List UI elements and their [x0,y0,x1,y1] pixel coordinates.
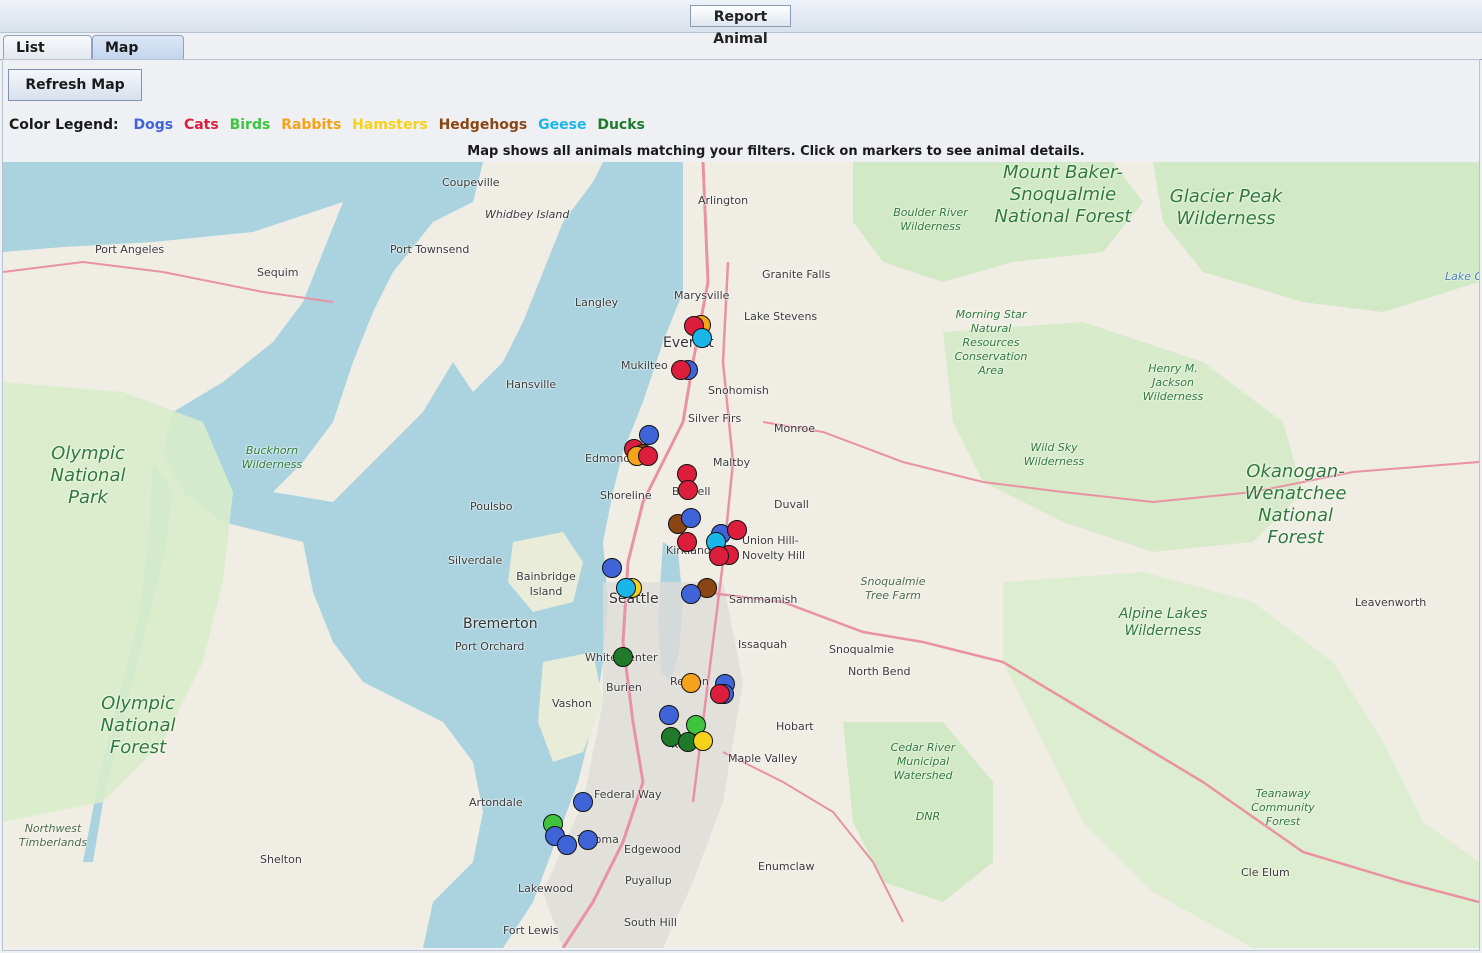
label-union-hill: Union Hill-Novelty Hill [742,534,806,562]
label-monroe: Monroe [774,422,815,435]
label-henry-jackson: Henry M. Jackson Wilderness [1142,362,1204,403]
map-background [3,162,1479,948]
animal-marker-dogs[interactable] [681,584,701,604]
label-snohomish: Snohomish [708,384,769,397]
legend-item-rabbits: Rabbits [281,117,342,133]
animal-marker-dogs[interactable] [602,558,622,578]
color-legend: Color Legend: Dogs Cats Birds Rabbits Ha… [9,117,651,135]
label-mukilteo: Mukilteo [621,359,668,372]
animal-marker-cats[interactable] [727,520,747,540]
label-arlington: Arlington [698,194,749,207]
label-okanogan: Okanogan-Wenatchee National Forest [1244,461,1347,548]
label-north-bend: North Bend [848,665,911,678]
label-glacier-peak: Glacier Peak Wilderness [1169,186,1283,229]
label-boulder-river: Boulder River Wilderness [893,206,968,233]
label-granite-falls: Granite Falls [762,268,831,281]
legend-item-cats: Cats [183,117,219,133]
animal-marker-dogs[interactable] [659,705,679,725]
label-leavenworth: Leavenworth [1355,596,1427,609]
label-port-townsend: Port Townsend [390,243,470,256]
tab-list-view[interactable]: List View [3,35,92,80]
label-shelton: Shelton [260,853,302,866]
animal-marker-cats[interactable] [671,360,691,380]
label-south-hill: South Hill [624,916,677,929]
label-nw-timberlands: Northwest Timberlands [18,822,88,849]
label-artondale: Artondale [469,796,523,809]
label-mt-baker: Mount Baker-Snoqualmie National Forest [994,162,1132,227]
animal-marker-cats[interactable] [638,446,658,466]
label-port-angeles: Port Angeles [95,243,165,256]
animal-marker-dogs[interactable] [557,835,577,855]
legend-item-dogs: Dogs [133,117,174,133]
label-olympic-nf: Olympic National Forest [100,693,176,758]
label-silver-firs: Silver Firs [688,412,742,425]
legend-item-ducks: Ducks [597,117,645,133]
label-hobart: Hobart [776,720,814,733]
title-bar: Report Animal [0,0,1482,47]
label-morning-star: Morning Star Natural Resources Conservat… [954,308,1028,377]
label-port-orchard: Port Orchard [455,640,525,653]
animal-marker-dogs[interactable] [573,792,593,812]
label-burien: Burien [606,681,642,694]
animal-marker-cats[interactable] [678,480,698,500]
label-puyallup: Puyallup [625,874,672,887]
label-silverdale: Silverdale [448,554,503,567]
label-marysville: Marysville [674,289,730,302]
tab-strip: List View Map View [0,33,1482,80]
animal-marker-ducks[interactable] [613,647,633,667]
label-maltby: Maltby [713,456,751,469]
legend-item-birds: Birds [229,117,271,133]
refresh-map-button[interactable]: Refresh Map [8,69,142,101]
label-langley: Langley [575,296,619,309]
label-bainbridge: Bainbridge Island [516,570,576,598]
label-sammamish: Sammamish [729,593,798,606]
label-dnr: DNR [915,810,941,823]
animal-marker-geese[interactable] [616,578,636,598]
label-federal-way: Federal Way [594,788,662,801]
tab-map-view[interactable]: Map View [92,35,184,80]
label-poulsbo: Poulsbo [470,500,513,513]
animal-marker-geese[interactable] [692,328,712,348]
legend-item-hamsters: Hamsters [352,117,428,133]
label-whidbey: Whidbey Island [485,208,570,221]
label-wild-sky: Wild Sky Wilderness [1023,441,1085,468]
label-fort-lewis: Fort Lewis [503,924,559,937]
label-hansville: Hansville [506,378,557,391]
animal-marker-rabbits[interactable] [681,673,701,693]
label-issaquah: Issaquah [738,638,788,651]
legend-item-hedgehogs: Hedgehogs [438,117,528,133]
label-buckhorn: Buckhorn Wilderness [241,444,303,471]
label-edgewood: Edgewood [624,843,682,856]
label-duvall: Duvall [774,498,809,511]
label-coupeville: Coupeville [442,176,500,189]
label-lakewood: Lakewood [518,882,574,895]
label-teanaway: Teanaway Community Forest [1251,787,1315,828]
animal-marker-cats[interactable] [677,532,697,552]
label-maple-valley: Maple Valley [728,752,798,765]
map-canvas[interactable]: Coupeville Whidbey Island Arlington Port… [3,162,1479,948]
label-cedar-river: Cedar River Municipal Watershed [890,741,956,782]
animal-marker-cats[interactable] [709,546,729,566]
label-vashon: Vashon [552,697,592,710]
label-lake-stevens: Lake Stevens [744,310,818,323]
label-shoreline: Shoreline [600,489,652,502]
label-snoqualmie-tree: Snoqualmie Tree Farm [860,575,926,602]
label-lake-c: Lake C [1445,270,1479,283]
legend-title: Color Legend: [9,117,119,133]
animal-marker-cats[interactable] [710,684,730,704]
report-animal-button[interactable]: Report Animal [690,5,791,47]
label-alpine-lakes: Alpine Lakes Wilderness [1118,606,1208,639]
animal-marker-dogs[interactable] [578,830,598,850]
map-instructions: Map shows all animals matching your filt… [467,144,1085,159]
label-snoqualmie: Snoqualmie [829,643,894,656]
label-cle-elum: Cle Elum [1241,866,1290,879]
animal-marker-dogs[interactable] [681,508,701,528]
label-enumclaw: Enumclaw [758,860,815,873]
label-sequim: Sequim [257,266,299,279]
legend-item-geese: Geese [538,117,587,133]
animal-marker-hamsters[interactable] [693,731,713,751]
label-olympic-np: Olympic National Park [50,443,126,508]
label-bremerton: Bremerton [463,616,538,632]
